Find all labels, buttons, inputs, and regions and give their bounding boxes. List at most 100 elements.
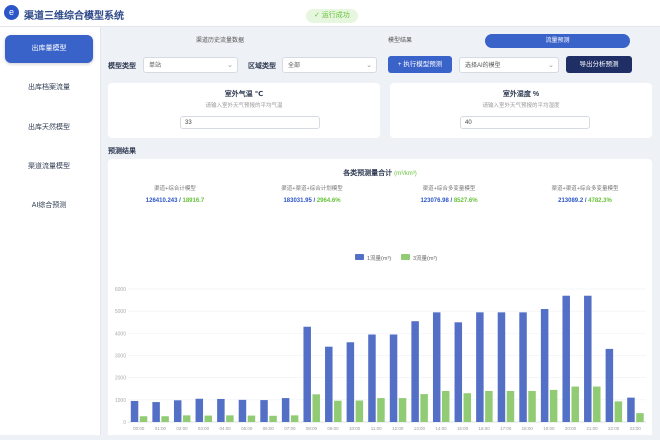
result-name: 渠道+综合计模型	[154, 186, 196, 192]
result-col: 渠道+综合计模型 126410.243 / 18916.7	[110, 184, 240, 204]
x-tick-label: 20:00	[565, 426, 577, 431]
run-forecast-button[interactable]: + 执行模型预测	[388, 56, 452, 73]
bar-series-1	[238, 399, 247, 422]
x-tick-label: 15:00	[457, 426, 469, 431]
x-tick-label: 17:00	[500, 426, 512, 431]
bar-series-2	[571, 386, 579, 422]
bar-series-2	[182, 415, 191, 422]
sidebar-item-archive-flow[interactable]: 出库档案流量	[5, 74, 93, 102]
result-val: 183031.95	[283, 198, 312, 204]
humidity-input[interactable]: 40	[460, 116, 590, 129]
bar-series-2	[636, 413, 644, 422]
x-tick-label: 11:00	[371, 426, 382, 431]
bar-series-2	[377, 398, 385, 422]
bar-series-1	[303, 326, 311, 422]
bar-series-1	[368, 334, 376, 422]
success-toast: ✓ 运行成功	[306, 9, 358, 23]
export-forecast-button[interactable]: 导出分析预测	[566, 56, 632, 73]
x-tick-label: 07:00	[284, 426, 296, 431]
bar-series-1	[497, 312, 506, 422]
tab-history[interactable]: 渠道历史流量数据	[160, 34, 280, 48]
x-tick-label: 02:00	[176, 426, 188, 431]
app-title: 渠道三维综合模型系统	[24, 11, 124, 22]
results-heading-unit: (m³/km³)	[394, 171, 417, 177]
model-type-label: 模型类型	[108, 63, 136, 70]
region-type-value: 全部	[288, 63, 301, 69]
bar-series-2	[614, 401, 623, 422]
result-name: 渠道+渠道+综合多变量模型	[551, 186, 619, 192]
region-type-select[interactable]: 全部 ⌄	[282, 57, 377, 73]
x-tick-label: 10:00	[349, 426, 361, 431]
sidebar-item-ai-forecast[interactable]: AI综合预测	[5, 192, 93, 220]
bar-series-1	[432, 312, 441, 422]
legend-swatch	[355, 254, 364, 260]
flow-bar-chart: 1流量(m³) 3流量(m³)60005000400030002000100000…	[115, 254, 646, 431]
bar-series-1	[605, 348, 614, 422]
bar-series-1	[217, 398, 225, 422]
sidebar-item-channel-flow[interactable]: 渠道流量模型	[5, 153, 93, 181]
result-val2: 8527.6%	[453, 198, 478, 204]
bar-series-2	[593, 386, 601, 422]
bar-series-2	[463, 393, 472, 422]
x-tick-label: 06:00	[263, 426, 275, 431]
legend-label: 1流量(m³)	[367, 254, 391, 262]
x-tick-label: 08:00	[306, 426, 318, 431]
main-panel: 渠道历史流量数据 模型结果 流量预测 模型类型 单站 ⌄ 区域类型 全部 ⌄ +…	[104, 30, 656, 435]
sidebar: 出库量模型 出库档案流量 出库天然模型 渠道流量模型 AI综合预测	[0, 27, 101, 435]
results-section-title: 预测结果	[108, 148, 136, 155]
result-col: 渠道+渠道+综合多变量模型 213089.2 / 4782.3%	[520, 184, 650, 204]
app-logo-icon: e	[4, 5, 19, 20]
results-heading-text: 各类预测量合计	[343, 170, 393, 177]
bar-series-1	[325, 346, 333, 422]
bar-series-1	[454, 322, 463, 422]
result-value: 126410.243 / 18916.7	[145, 198, 205, 204]
y-tick-label: 6000	[115, 287, 126, 293]
bar-series-2	[528, 390, 536, 422]
bar-series-2	[290, 415, 299, 422]
sidebar-item-natural-model[interactable]: 出库天然模型	[5, 114, 93, 142]
bar-series-1	[584, 295, 592, 422]
bar-series-1	[173, 400, 182, 422]
temperature-title: 室外气温 ℃	[224, 91, 264, 98]
x-tick-label: 05:00	[241, 426, 253, 431]
bar-series-2	[334, 400, 342, 422]
y-tick-label: 2000	[115, 376, 126, 382]
result-col: 渠道+渠道+综合计划模型 183031.95 / 2964.6%	[247, 184, 377, 204]
model-type-select[interactable]: 单站 ⌄	[143, 57, 238, 73]
bar-series-2	[312, 394, 320, 422]
result-value: 183031.95 / 2964.6%	[283, 198, 341, 204]
bar-series-2	[398, 398, 407, 422]
bar-series-2	[355, 400, 364, 422]
bar-series-1	[562, 295, 570, 422]
result-name: 渠道+综合多变量模型	[422, 186, 476, 192]
y-tick-label: 0	[123, 420, 126, 426]
result-val2: 2964.6%	[316, 198, 341, 204]
legend-swatch	[401, 254, 410, 260]
bar-series-1	[627, 397, 635, 422]
bar-series-2	[441, 390, 450, 422]
result-name: 渠道+渠道+综合计划模型	[281, 186, 343, 192]
tab-forecast[interactable]: 流量预测	[485, 34, 630, 48]
bar-series-1	[519, 312, 527, 422]
model-type-value: 单站	[149, 63, 162, 69]
chevron-down-icon: ⌄	[366, 62, 372, 69]
bar-series-1	[260, 400, 268, 422]
tab-model-results[interactable]: 模型结果	[350, 34, 450, 48]
y-tick-label: 1000	[115, 398, 126, 404]
x-tick-label: 22:00	[608, 426, 620, 431]
x-tick-label: 12:00	[392, 426, 404, 431]
bar-series-1	[130, 400, 139, 422]
x-tick-label: 21:00	[586, 426, 598, 431]
bar-series-2	[485, 390, 493, 422]
x-tick-label: 16:00	[478, 426, 490, 431]
bar-series-1	[476, 312, 484, 422]
ai-model-value: 选择AI的模型	[465, 63, 501, 69]
region-type-label: 区域类型	[248, 63, 276, 70]
x-tick-label: 14:00	[435, 426, 447, 431]
temperature-input[interactable]: 33	[180, 116, 320, 129]
bar-series-2	[506, 390, 515, 422]
x-tick-label: 18:00	[522, 426, 534, 431]
ai-model-select[interactable]: 选择AI的模型 ⌄	[459, 57, 559, 73]
sidebar-item-outflow-model[interactable]: 出库量模型	[5, 35, 93, 63]
y-tick-label: 4000	[115, 331, 126, 337]
